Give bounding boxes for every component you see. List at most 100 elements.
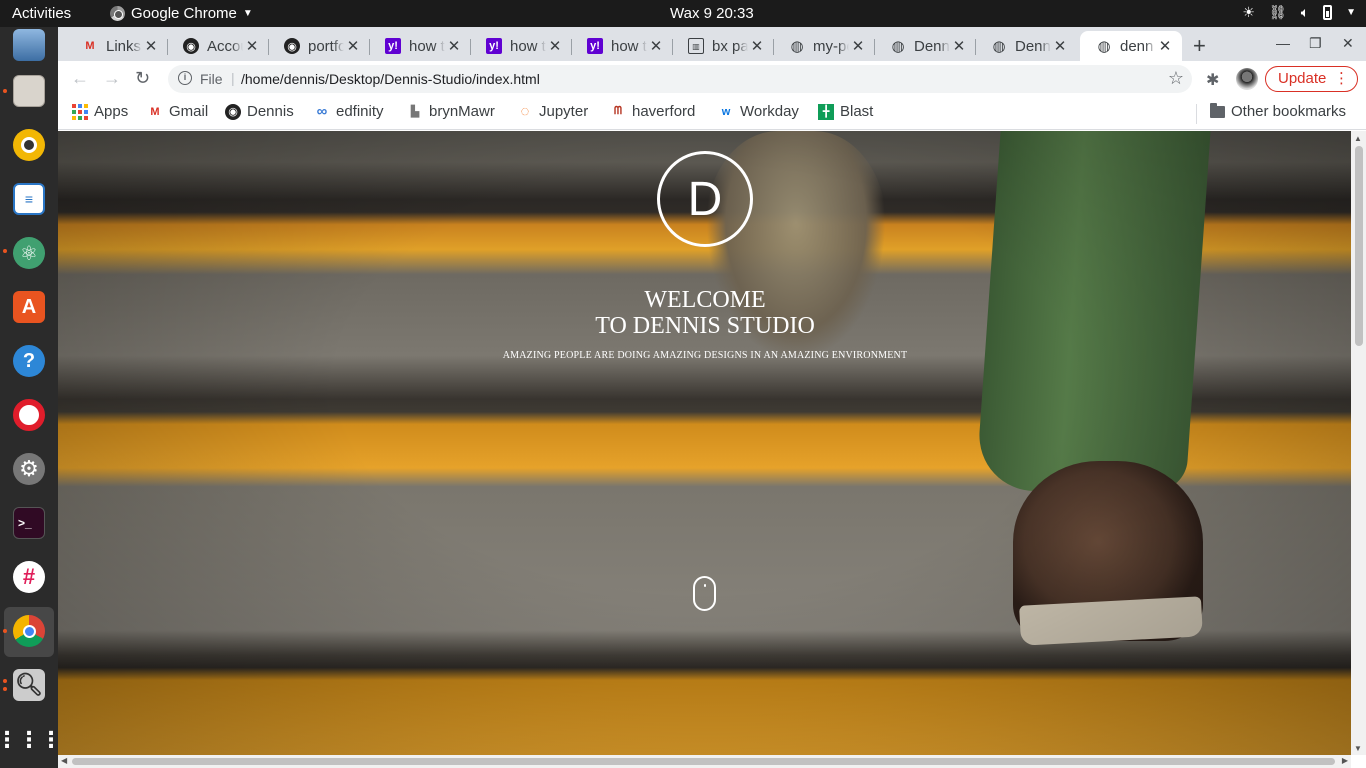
terminal-icon: >_ — [13, 507, 45, 539]
scroll-up-icon[interactable]: ▲ — [1354, 134, 1362, 143]
yahoo-icon: y! — [587, 38, 603, 54]
dock-files[interactable] — [9, 71, 49, 111]
haverford-icon: ᗰ — [614, 105, 622, 117]
tab[interactable]: y! how t ✕ — [470, 31, 572, 61]
tab-title: portfo — [308, 37, 344, 55]
gmail-icon: M — [150, 105, 160, 118]
app-menu[interactable]: Google Chrome ▼ — [110, 5, 253, 22]
github-icon: ◉ — [284, 38, 300, 54]
url-text[interactable]: /home/dennis/Desktop/Dennis-Studio/index… — [241, 71, 540, 87]
maximize-icon[interactable]: ❐ — [1309, 35, 1322, 52]
bookmark-blast[interactable]: ╋ Blast — [818, 103, 873, 120]
scrollbar-thumb[interactable] — [1355, 146, 1363, 346]
bookmark-apps[interactable]: Apps — [72, 103, 128, 120]
bookmark-jupyter[interactable]: ◌ Jupyter — [517, 103, 589, 120]
site-logo[interactable]: D — [657, 151, 753, 247]
scrollbar-thumb[interactable] — [72, 758, 1335, 765]
dock-writer[interactable]: ≡ — [9, 179, 49, 219]
dock-settings[interactable]: ⚙ — [9, 449, 49, 489]
close-icon[interactable]: ✕ — [950, 37, 968, 55]
close-icon[interactable]: ✕ — [647, 37, 665, 55]
tab[interactable]: ◍ Denn ✕ — [874, 31, 976, 61]
close-icon[interactable]: ✕ — [546, 37, 564, 55]
horizontal-scrollbar[interactable]: ◀ ▶ — [58, 755, 1351, 768]
update-button[interactable]: Update ⋮ — [1265, 66, 1358, 92]
reload-icon[interactable]: ↻ — [135, 68, 150, 89]
info-icon[interactable]: i — [178, 71, 192, 85]
activities-button[interactable]: Activities — [12, 5, 71, 22]
extensions-puzzle-icon[interactable]: ✱ — [1206, 70, 1219, 90]
show-applications-button[interactable]: ⋮⋮⋮ — [0, 720, 62, 760]
close-window-icon[interactable]: ✕ — [1342, 35, 1354, 52]
bookmark-star-icon[interactable]: ☆ — [1168, 68, 1184, 89]
scroll-down-icon[interactable]: ▼ — [1354, 744, 1362, 753]
bookmark-workday[interactable]: w Workday — [718, 103, 799, 120]
new-tab-button[interactable]: + — [1193, 33, 1206, 59]
close-icon[interactable]: ✕ — [1156, 37, 1174, 55]
close-icon[interactable]: ✕ — [445, 37, 463, 55]
system-top-bar: Activities Google Chrome ▼ Wax 9 20:33 ☀… — [0, 0, 1366, 27]
tab-active[interactable]: ◍ denn ✕ — [1080, 31, 1182, 61]
folder-icon — [1209, 102, 1225, 120]
scroll-right-icon[interactable]: ▶ — [1342, 756, 1348, 765]
scroll-mouse-icon[interactable] — [693, 576, 716, 611]
brightness-icon: ☀ — [1242, 4, 1255, 20]
bookmark-haverford[interactable]: ᗰ haverford — [610, 103, 695, 120]
close-icon[interactable]: ✕ — [849, 37, 867, 55]
divider — [1196, 104, 1197, 124]
close-icon[interactable]: ✕ — [748, 37, 766, 55]
dock-app-center[interactable]: A — [9, 287, 49, 327]
tab[interactable]: ◉ Accou ✕ — [167, 31, 269, 61]
tab[interactable]: y! how t ✕ — [571, 31, 673, 61]
app-center-icon: A — [13, 291, 45, 323]
tab[interactable]: ◍ my-po ✕ — [773, 31, 875, 61]
scroll-left-icon[interactable]: ◀ — [61, 756, 67, 765]
dock-terminal[interactable]: >_ — [9, 503, 49, 543]
dock-software[interactable] — [9, 25, 49, 65]
clock[interactable]: Wax 9 20:33 — [670, 5, 754, 22]
tab[interactable]: y! how t ✕ — [369, 31, 471, 61]
back-arrow-icon[interactable]: ← — [71, 68, 89, 89]
dock-search-tool[interactable]: 🔍︎ — [9, 665, 49, 705]
dock-help[interactable]: ? — [9, 341, 49, 381]
chevron-down-icon: ▼ — [1346, 7, 1356, 18]
tab[interactable]: ▥ bx pa ✕ — [672, 31, 774, 61]
bookmark-label: edfinity — [336, 103, 384, 120]
vertical-scrollbar[interactable]: ▲ ▼ — [1351, 131, 1366, 755]
dock-opera[interactable] — [9, 395, 49, 435]
bookmark-gmail[interactable]: M Gmail — [147, 103, 208, 120]
software-icon — [13, 29, 45, 61]
tab[interactable]: ◉ portfo ✕ — [268, 31, 370, 61]
github-icon: ◉ — [183, 38, 199, 54]
avatar[interactable] — [1236, 68, 1258, 90]
minimize-icon[interactable]: — — [1276, 35, 1290, 51]
page-viewport[interactable]: D WELCOME TO DENNIS STUDIO AMAZING PEOPL… — [58, 131, 1351, 755]
jupyter-icon: ◌ — [520, 103, 530, 120]
close-icon[interactable]: ✕ — [344, 37, 362, 55]
bookmark-brynmawr[interactable]: ▙ brynMawr — [407, 103, 495, 120]
slack-icon: # — [13, 561, 45, 593]
tab[interactable]: M Links ✕ — [66, 31, 168, 61]
bookmark-dennis[interactable]: ◉ Dennis — [225, 103, 294, 120]
dock-chrome[interactable] — [9, 611, 49, 651]
tab[interactable]: ◍ Denn ✕ — [975, 31, 1077, 61]
dock-rhythmbox[interactable] — [9, 125, 49, 165]
address-bar[interactable]: i File | /home/dennis/Desktop/Dennis-Stu… — [168, 65, 1192, 93]
bookmark-label: brynMawr — [429, 103, 495, 120]
close-icon[interactable]: ✕ — [1051, 37, 1069, 55]
running-indicator — [3, 679, 7, 683]
system-tray[interactable]: ☀ ⛓ 🔈︎ ▼ — [1242, 4, 1356, 21]
forward-arrow-icon[interactable]: → — [103, 68, 121, 89]
dock-atom[interactable]: ⚛ — [9, 233, 49, 273]
other-bookmarks[interactable]: Other bookmarks — [1209, 102, 1346, 120]
close-icon[interactable]: ✕ — [243, 37, 261, 55]
dock-slack[interactable]: # — [9, 557, 49, 597]
rhythmbox-icon — [13, 129, 45, 161]
show-apps-icon: ⋮⋮⋮ — [0, 727, 62, 752]
bookmark-edfinity[interactable]: ∞ edfinity — [314, 103, 384, 120]
document-icon: ▥ — [688, 38, 704, 54]
bookmarks-bar: Apps M Gmail ◉ Dennis ∞ edfinity ▙ brynM… — [58, 97, 1366, 130]
close-icon[interactable]: ✕ — [142, 37, 160, 55]
running-indicator — [3, 629, 7, 633]
tab-title: denn — [1120, 37, 1154, 55]
